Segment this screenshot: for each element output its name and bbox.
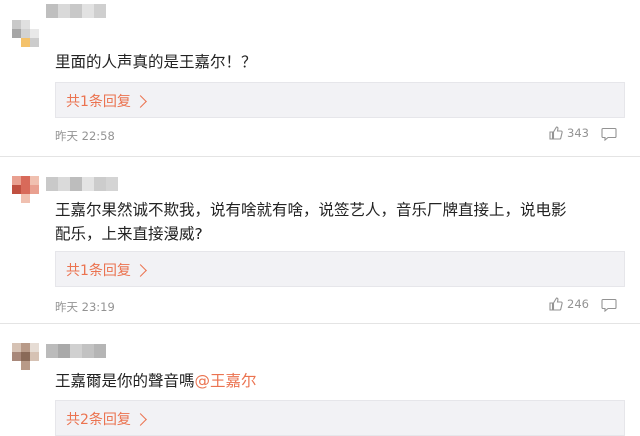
comment-time: 昨天 23:19: [55, 300, 115, 314]
like-count: 246: [567, 297, 589, 311]
comment-icon: [601, 298, 617, 313]
reply-box: 共1条回复: [55, 251, 625, 287]
reply-count-label: 共1条回复: [66, 263, 131, 279]
reply-button[interactable]: [601, 126, 617, 145]
thumbs-up-icon: [549, 297, 563, 311]
comment-item: 王嘉爾是你的聲音嗎@王嘉尔 共2条回复: [0, 324, 640, 436]
like-button[interactable]: 246: [549, 297, 589, 311]
like-button[interactable]: 343: [549, 126, 589, 140]
mention-link[interactable]: @王嘉尔: [195, 372, 257, 390]
view-replies-link[interactable]: 共2条回复: [66, 409, 147, 429]
chevron-right-icon: [134, 263, 147, 277]
comment-text: 王嘉爾是你的聲音嗎@王嘉尔: [55, 369, 630, 393]
reply-box: 共1条回复: [55, 82, 625, 118]
comment-feed: 里面的人声真的是王嘉尔！？ 共1条回复 昨天 22:58 343 王嘉尔果然诚不…: [0, 0, 640, 436]
comment-item: 王嘉尔果然诚不欺我，说有啥就有啥，说签艺人，音乐厂牌直接上，说电影 配乐，上来直…: [0, 157, 640, 323]
avatar[interactable]: [8, 338, 42, 372]
reply-count-label: 共2条回复: [66, 412, 131, 428]
username[interactable]: [46, 177, 118, 191]
comment-text: 王嘉尔果然诚不欺我，说有啥就有啥，说签艺人，音乐厂牌直接上，说电影 配乐，上来直…: [55, 201, 567, 243]
comment-icon: [601, 127, 617, 142]
chevron-right-icon: [134, 412, 147, 426]
reply-box: 共2条回复: [55, 400, 625, 436]
username[interactable]: [46, 344, 106, 358]
comment-text: 里面的人声真的是王嘉尔！？: [55, 53, 257, 71]
reply-button[interactable]: [601, 297, 617, 316]
avatar[interactable]: [8, 171, 42, 205]
view-replies-link[interactable]: 共1条回复: [66, 91, 147, 111]
like-count: 343: [567, 126, 589, 140]
reply-count-label: 共1条回复: [66, 94, 131, 110]
username[interactable]: [46, 4, 106, 18]
avatar[interactable]: [8, 14, 42, 48]
chevron-right-icon: [134, 94, 147, 108]
comment-item: 里面的人声真的是王嘉尔！？ 共1条回复 昨天 22:58 343: [0, 0, 640, 156]
thumbs-up-icon: [549, 126, 563, 140]
comment-body: 王嘉爾是你的聲音嗎: [55, 372, 195, 390]
comment-time: 昨天 22:58: [55, 129, 115, 143]
view-replies-link[interactable]: 共1条回复: [66, 260, 147, 280]
